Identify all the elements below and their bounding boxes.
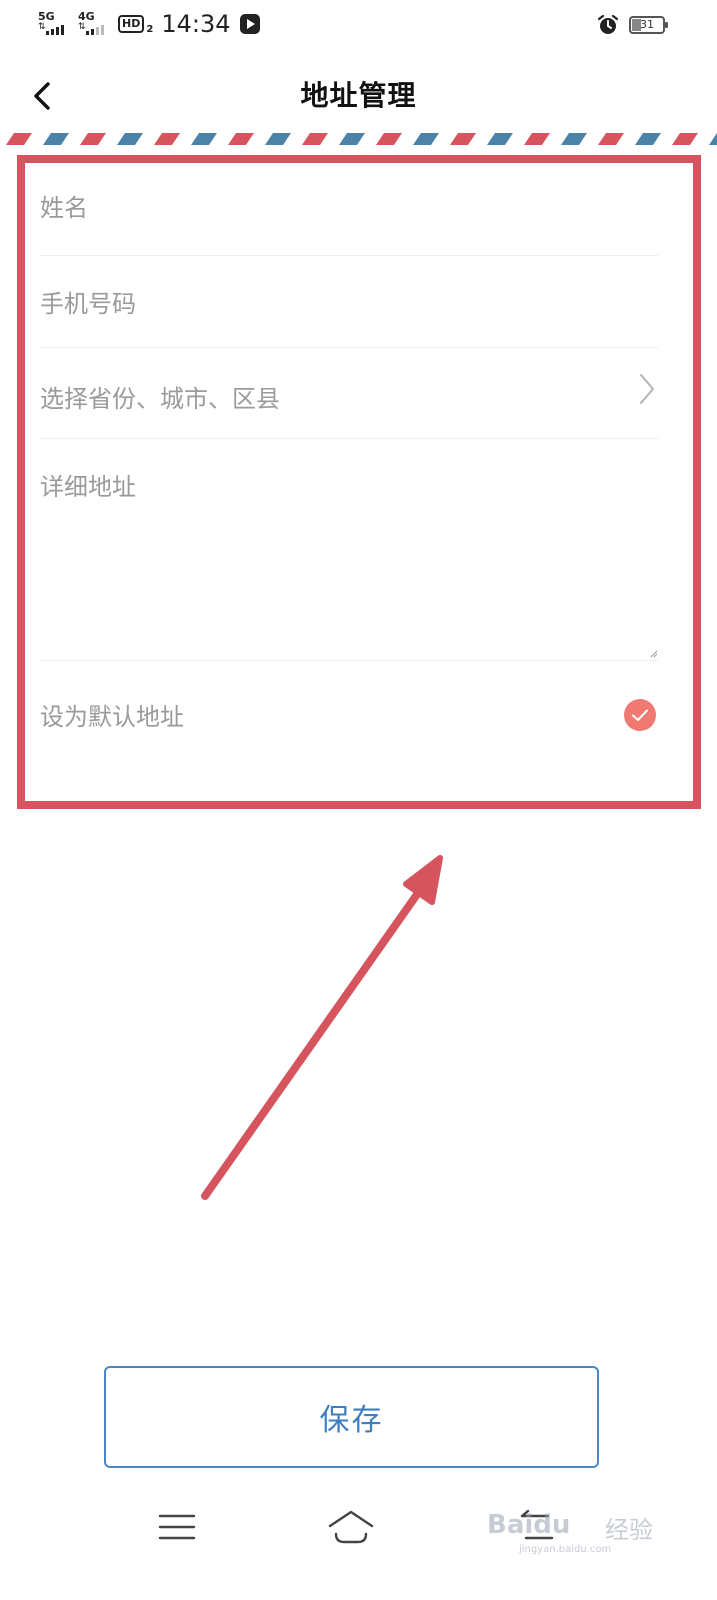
watermark-logo: Baidu [487,1510,571,1540]
network-label-5g: 5G [38,10,55,23]
menu-icon[interactable] [152,1502,202,1552]
home-icon[interactable] [326,1502,376,1552]
watermark-logo-cn: 经验 [605,1516,653,1544]
signal-4g: 4G ⇅ [78,11,112,37]
default-address-label: 设为默认地址 [40,703,184,731]
status-left: 5G ⇅ 4G ⇅ HD 2 14:34 [38,10,261,38]
name-row [40,160,658,256]
data-arrows-icon: ⇅ [38,22,46,32]
address-form: 选择省份、城市、区县 设为默认地址 [40,160,658,765]
hd-sub-label: 2 [146,23,154,35]
phone-row [40,256,658,348]
hd-voice-icon: HD [118,15,145,33]
save-button-label: 保存 [319,1403,384,1438]
chevron-right-icon [640,374,654,404]
header-bar: 地址管理 [0,56,717,136]
resize-grip-icon[interactable] [650,650,658,658]
battery-icon: 31 [629,16,668,34]
page-title: 地址管理 [300,79,417,112]
status-bar: 5G ⇅ 4G ⇅ HD 2 14:34 31 [0,0,717,56]
signal-bars-icon [86,25,104,35]
region-selector[interactable]: 选择省份、城市、区县 [40,348,658,439]
status-time: 14:34 [161,10,231,38]
default-address-checkbox[interactable] [624,699,656,731]
airmail-stripe-divider [0,133,717,145]
phone-input[interactable] [40,286,658,322]
baidu-jingyan-watermark: Baidu 经验 jingyan.baidu.com [487,1500,667,1560]
network-label-4g: 4G [78,10,95,23]
save-button[interactable]: 保存 [104,1366,599,1468]
name-input[interactable] [40,190,658,226]
check-circle-icon [624,699,656,731]
battery-level-text: 31 [640,18,654,31]
status-right: 31 [597,14,668,36]
watermark-url: jingyan.baidu.com [519,1544,612,1555]
default-address-row: 设为默认地址 [40,661,658,765]
data-arrows-icon: ⇅ [78,22,86,32]
detail-address-textarea[interactable] [40,467,658,651]
signal-5g: 5G ⇅ [38,11,72,37]
region-placeholder: 选择省份、城市、区县 [40,385,280,413]
detail-address-row [40,439,658,661]
alarm-clock-icon [597,14,619,34]
signal-bars-icon [46,25,64,35]
media-play-icon [240,14,261,34]
